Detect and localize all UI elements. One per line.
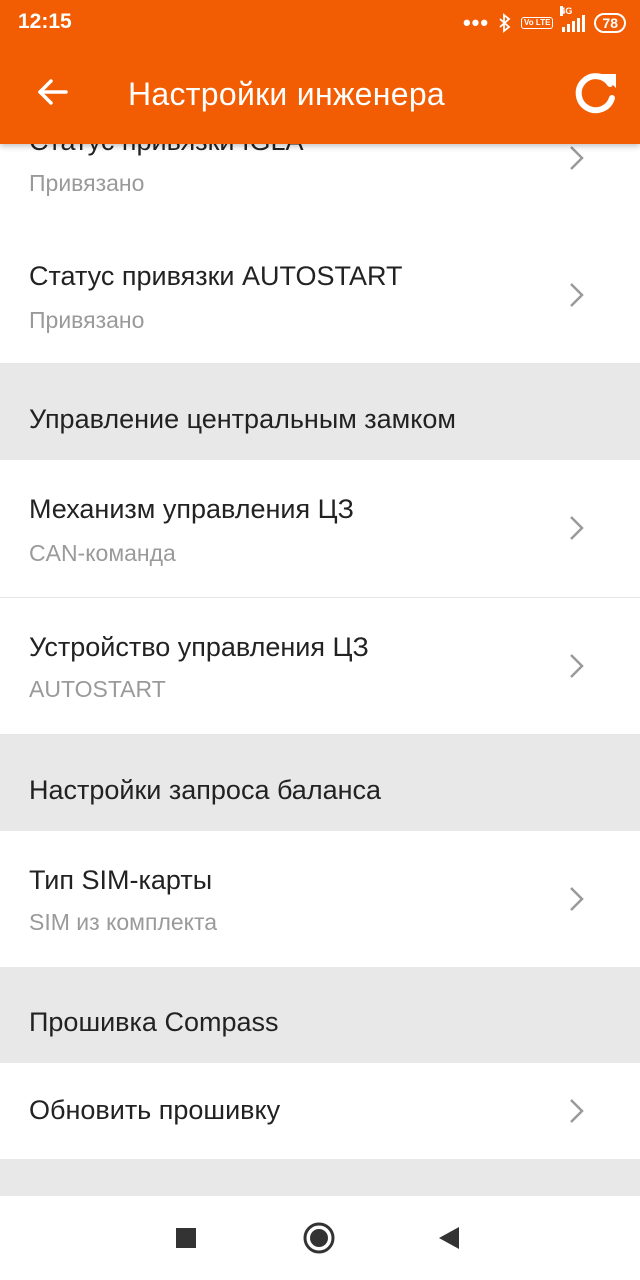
- list-item-value: AUTOSTART: [29, 676, 166, 702]
- list-item-sim-type[interactable]: Тип SIM-карты SIM из комплекта: [0, 831, 640, 967]
- network-type: 4G: [560, 6, 573, 16]
- square-icon: [176, 1228, 196, 1248]
- settings-list[interactable]: Статус привязки IGLA Привязано Статус пр…: [0, 0, 640, 1196]
- status-time: 12:15: [18, 10, 72, 33]
- refresh-icon: [575, 73, 616, 114]
- circle-icon: [303, 1222, 335, 1254]
- list-item-title: Статус привязки AUTOSTART: [29, 261, 403, 291]
- list-item-value: CAN-команда: [29, 540, 176, 566]
- status-bar: 12:15 ••• Vo LTE 4G 78: [0, 0, 640, 46]
- signal-icon: 4G: [560, 6, 586, 32]
- section-header-next: [0, 1159, 640, 1196]
- back-button[interactable]: [28, 68, 76, 116]
- recents-button[interactable]: [166, 1218, 206, 1258]
- section-header-balance: Настройки запроса баланса: [0, 735, 640, 831]
- top-bar: 12:15 ••• Vo LTE 4G 78 Настройки инженер…: [0, 0, 640, 144]
- app-bar: Настройки инженера: [0, 46, 640, 144]
- chevron-right-icon: [570, 516, 584, 540]
- list-item-lock-mechanism[interactable]: Механизм управления ЦЗ CAN-команда: [0, 460, 640, 598]
- home-button[interactable]: [299, 1218, 339, 1258]
- chevron-right-icon: [570, 654, 584, 678]
- system-nav-bar: [0, 1196, 640, 1280]
- chevron-right-icon: [570, 1099, 584, 1123]
- back-nav-button[interactable]: [429, 1218, 469, 1258]
- chevron-right-icon: [570, 283, 584, 307]
- list-item-title: Устройство управления ЦЗ: [29, 632, 369, 662]
- chevron-right-icon: [570, 146, 584, 170]
- section-header-label: Настройки запроса баланса: [29, 775, 382, 805]
- list-item-title: Механизм управления ЦЗ: [29, 494, 354, 524]
- list-item-title: Тип SIM-карты: [29, 865, 213, 895]
- list-item-lock-device[interactable]: Устройство управления ЦЗ AUTOSTART: [0, 598, 640, 735]
- section-header-central-lock: Управление центральным замком: [0, 364, 640, 460]
- section-header-label: Прошивка Compass: [29, 1007, 279, 1037]
- battery-icon: 78: [594, 13, 626, 33]
- section-header-label: Управление центральным замком: [29, 404, 456, 434]
- volte-icon: Vo LTE: [521, 17, 554, 29]
- list-item-value: SIM из комплекта: [29, 909, 218, 935]
- status-icons: ••• Vo LTE 4G 78: [462, 6, 626, 36]
- refresh-button[interactable]: [570, 66, 622, 118]
- list-item-value: Привязано: [29, 170, 145, 196]
- list-item-title: Обновить прошивку: [29, 1095, 281, 1125]
- bluetooth-icon: [499, 13, 511, 33]
- list-item-value: Привязано: [29, 307, 145, 333]
- triangle-back-icon: [439, 1227, 459, 1249]
- section-header-firmware: Прошивка Compass: [0, 967, 640, 1063]
- page-title: Настройки инженера: [128, 76, 446, 112]
- list-item-autostart-status[interactable]: Статус привязки AUTOSTART Привязано: [0, 227, 640, 364]
- list-item-update-firmware[interactable]: Обновить прошивку: [0, 1063, 640, 1159]
- more-notifications-icon: •••: [462, 10, 490, 35]
- chevron-right-icon: [570, 887, 584, 911]
- arrow-left-icon: [38, 79, 68, 105]
